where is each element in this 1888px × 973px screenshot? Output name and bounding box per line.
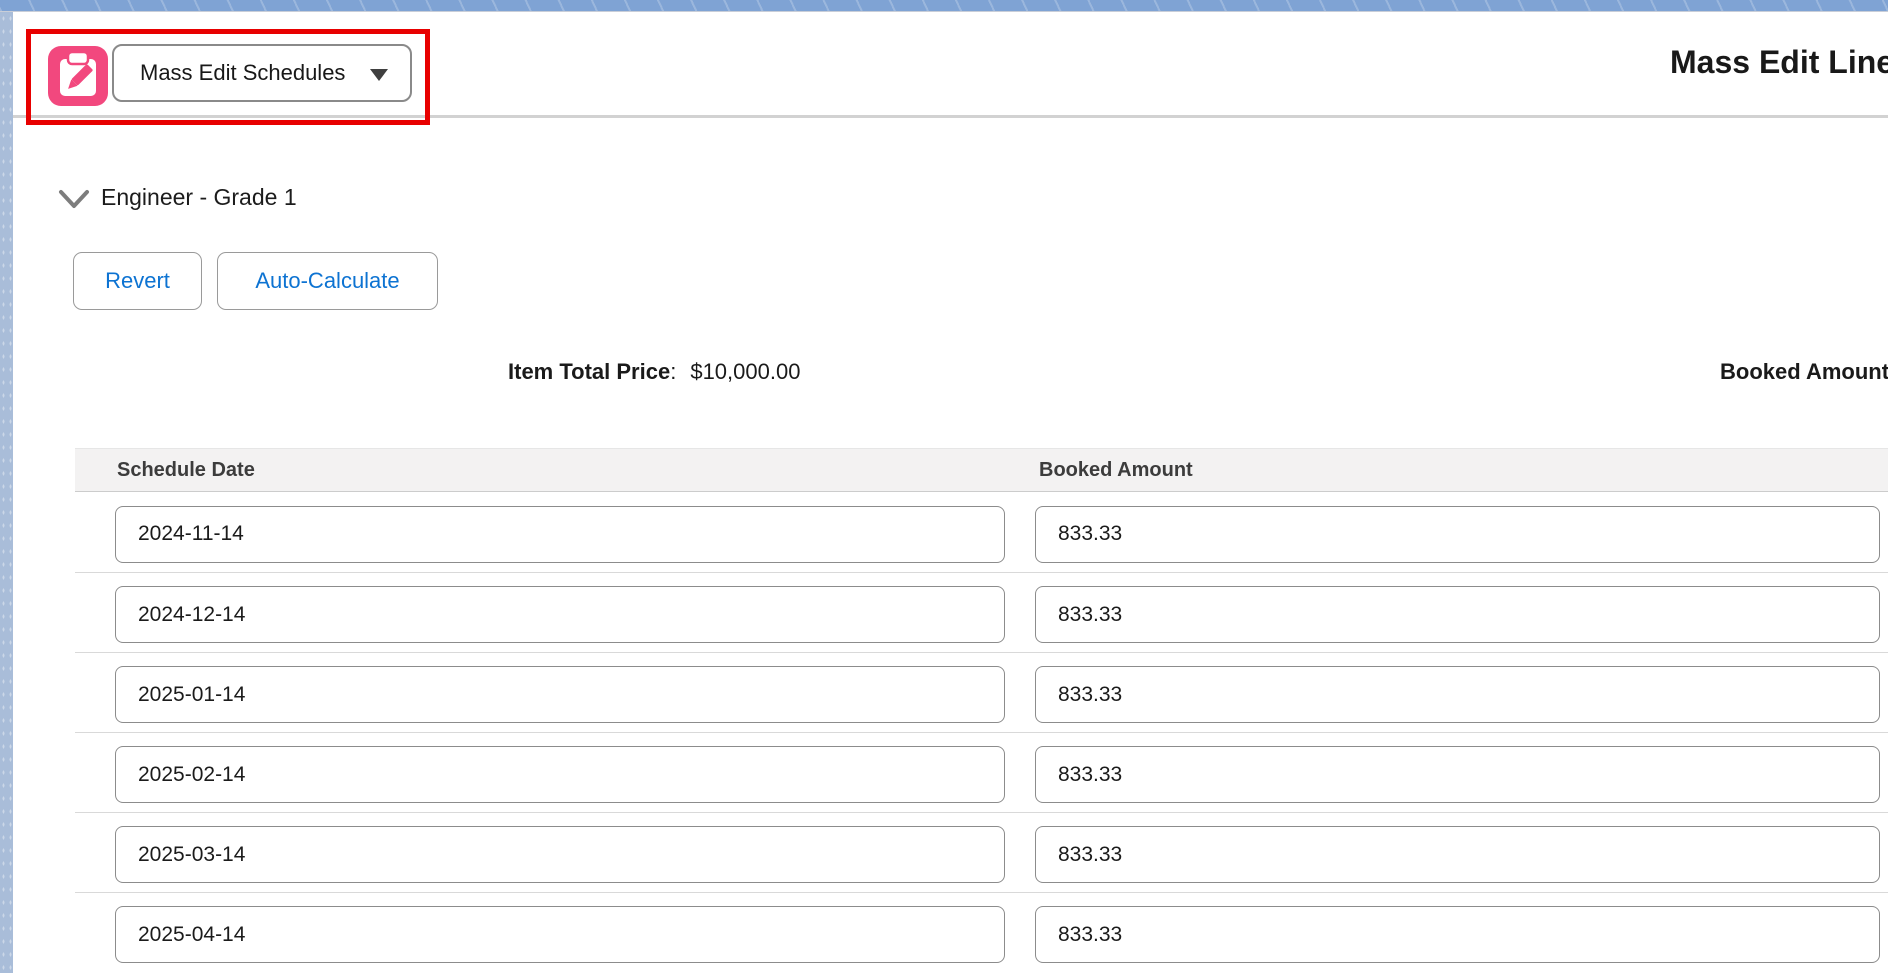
item-total-price-value: $10,000.00: [690, 359, 800, 384]
clipboard-pencil-icon: [48, 46, 108, 106]
schedule-type-dropdown[interactable]: Mass Edit Schedules: [112, 44, 412, 102]
column-header-schedule-date: Schedule Date: [75, 459, 1035, 482]
auto-calculate-button[interactable]: Auto-Calculate: [217, 252, 438, 310]
schedule-row: [75, 732, 1888, 812]
schedule-date-input[interactable]: [115, 506, 1005, 563]
left-background-strip: [0, 12, 13, 973]
schedule-date-cell: [75, 662, 1035, 723]
schedule-date-cell: [75, 582, 1035, 643]
schedule-row: [75, 812, 1888, 892]
schedules-table: Schedule Date Booked Amount: [75, 448, 1888, 972]
section-title: Engineer - Grade 1: [101, 184, 297, 211]
schedule-date-input[interactable]: [115, 826, 1005, 883]
schedules-table-header: Schedule Date Booked Amount: [75, 448, 1888, 492]
schedule-row: [75, 572, 1888, 652]
booked-amount-cell: [1035, 822, 1888, 883]
revert-button[interactable]: Revert: [73, 252, 202, 310]
booked-amount-cell: [1035, 662, 1888, 723]
booked-amount-cell: [1035, 502, 1888, 563]
schedule-row: [75, 652, 1888, 732]
schedule-row: [75, 492, 1888, 572]
schedule-date-cell: [75, 902, 1035, 963]
mass-edit-schedules-page: Mass Edit Schedules Mass Edit Line Engin…: [0, 0, 1888, 973]
app-header-band: [0, 0, 1888, 12]
schedule-date-input[interactable]: [115, 906, 1005, 963]
page-title: Mass Edit Line: [1670, 42, 1888, 82]
schedule-date-cell: [75, 502, 1035, 563]
schedule-date-input[interactable]: [115, 586, 1005, 643]
booked-amount-input[interactable]: [1035, 586, 1880, 643]
header-divider: [13, 115, 1888, 118]
schedule-date-cell: [75, 822, 1035, 883]
column-header-booked-amount: Booked Amount: [1035, 459, 1888, 482]
dropdown-caret-icon: [370, 69, 388, 81]
booked-amount-input[interactable]: [1035, 746, 1880, 803]
schedule-date-input[interactable]: [115, 666, 1005, 723]
booked-amount-input[interactable]: [1035, 906, 1880, 963]
booked-amount-cell: [1035, 902, 1888, 963]
booked-amount-input[interactable]: [1035, 666, 1880, 723]
schedule-date-input[interactable]: [115, 746, 1005, 803]
item-total-price-colon: :: [670, 359, 676, 384]
chevron-down-icon[interactable]: [58, 188, 90, 210]
booked-amount-cell: [1035, 742, 1888, 803]
item-total-price-label: Item Total Price: [508, 359, 670, 384]
booked-amount-total-label: Booked Amount: [1720, 359, 1888, 385]
schedule-row: [75, 892, 1888, 972]
schedule-type-dropdown-label: Mass Edit Schedules: [140, 60, 345, 86]
booked-amount-input[interactable]: [1035, 826, 1880, 883]
schedule-date-cell: [75, 742, 1035, 803]
booked-amount-input[interactable]: [1035, 506, 1880, 563]
booked-amount-cell: [1035, 582, 1888, 643]
item-total-price: Item Total Price: $10,000.00: [508, 359, 800, 385]
